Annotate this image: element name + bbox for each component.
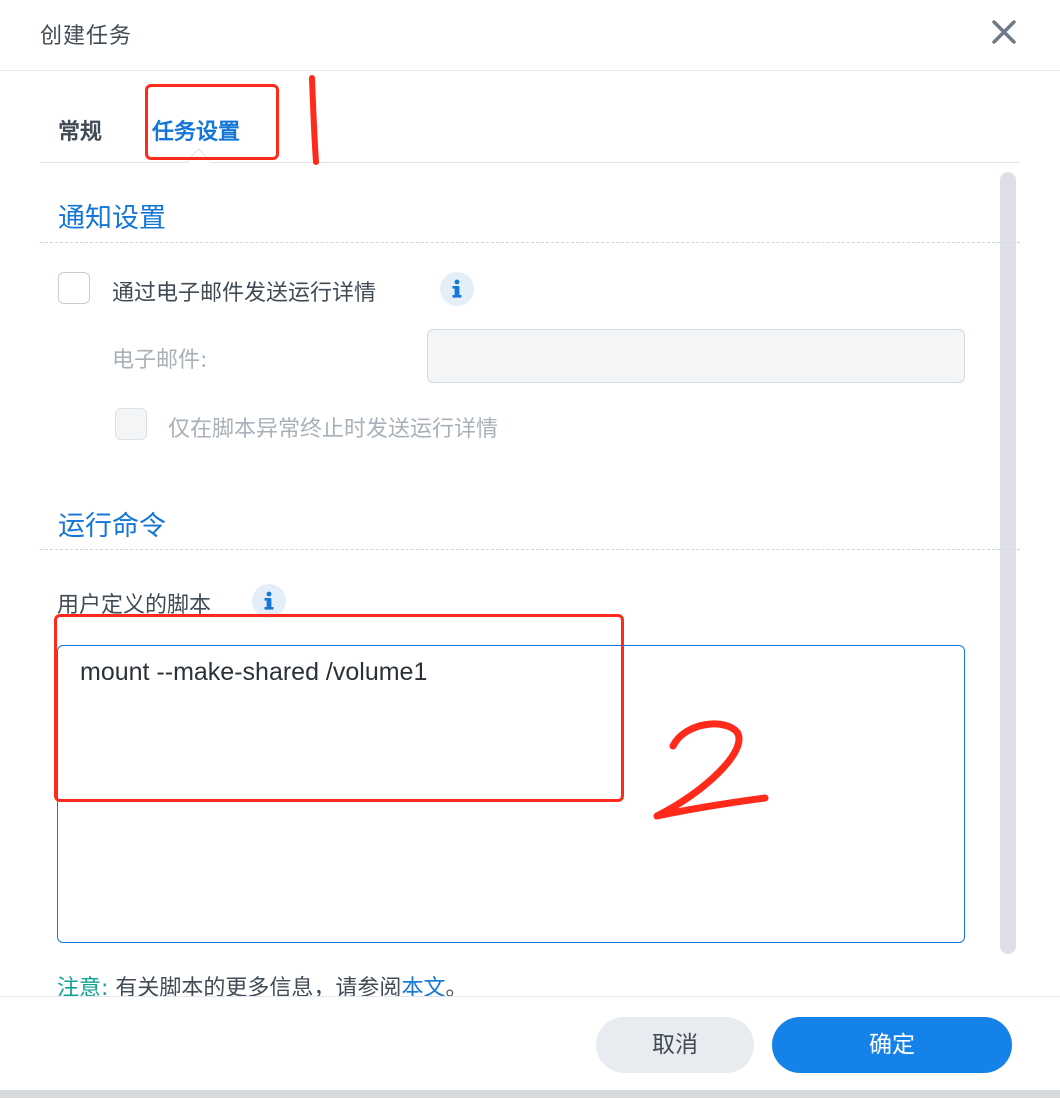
send-email-checkbox[interactable] [58, 272, 90, 304]
section-divider [40, 242, 1020, 243]
user-script-textarea[interactable]: mount --make-shared /volume1 [57, 645, 965, 943]
cancel-button[interactable]: 取消 [596, 1017, 754, 1073]
script-content: mount --make-shared /volume1 [80, 658, 428, 686]
active-tab-indicator [186, 148, 211, 173]
abnormal-only-label: 仅在脚本异常终止时发送运行详情 [168, 417, 499, 442]
script-label: 用户定义的脚本 [57, 593, 212, 618]
section-divider [40, 549, 1020, 550]
info-glyph-icon [264, 591, 274, 610]
section-title-run-command: 运行命令 [58, 511, 166, 542]
create-task-dialog: 创建任务 常规 任务设置 通知设置 通过电子邮件发送运行详情 电子邮件: 仅在脚… [0, 0, 1060, 1099]
send-email-label: 通过电子邮件发送运行详情 [112, 281, 377, 306]
info-icon[interactable] [252, 584, 286, 618]
info-icon[interactable] [440, 272, 474, 306]
tab-task-settings[interactable]: 任务设置 [152, 114, 240, 146]
close-button[interactable] [988, 16, 1020, 48]
section-title-notification: 通知设置 [58, 203, 166, 234]
dialog-tabs: 常规 任务设置 [40, 90, 1020, 173]
email-field-label: 电子邮件: [112, 348, 208, 373]
close-icon [992, 20, 1016, 44]
ok-button[interactable]: 确定 [772, 1017, 1012, 1073]
abnormal-only-checkbox[interactable] [115, 408, 147, 440]
annotation-mark-2 [653, 720, 769, 820]
window-bottom-edge [0, 1090, 1060, 1098]
dialog-titlebar: 创建任务 [0, 0, 1060, 71]
dialog-footer: 取消 确定 [0, 996, 1060, 1099]
email-field[interactable] [427, 329, 965, 383]
content-scrollbar[interactable] [1000, 172, 1016, 954]
tab-general[interactable]: 常规 [58, 114, 102, 146]
info-glyph-icon [452, 279, 462, 298]
dialog-title: 创建任务 [40, 24, 133, 49]
annotation-mark-1 [309, 75, 319, 165]
